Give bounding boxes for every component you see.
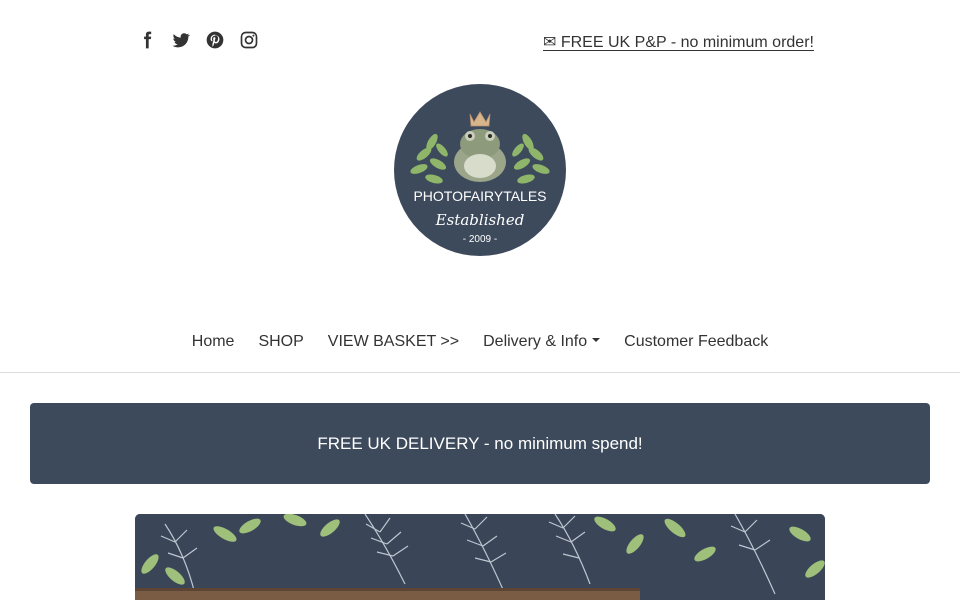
site-logo[interactable]: PHOTOFAIRYTALES Established - 2009 - [394,84,566,256]
nav-divider [0,372,960,373]
nav-delivery-info-label: Delivery & Info [483,333,588,350]
nav-delivery-info[interactable]: Delivery & Info [471,333,612,351]
nav-customer-feedback[interactable]: Customer Feedback [612,333,780,351]
free-delivery-link[interactable]: ✉ FREE UK P&P - no minimum order! [543,32,814,52]
hero-image [135,514,825,600]
logo-year: - 2009 - [463,234,497,245]
nav-view-basket[interactable]: VIEW BASKET >> [316,333,471,351]
caret-down-icon [592,338,601,342]
logo-brand-text: PHOTOFAIRYTALES [413,188,546,204]
logo-tagline: Established [435,211,525,229]
nav-home[interactable]: Home [180,333,247,351]
delivery-banner-text: FREE UK DELIVERY - no minimum spend! [317,433,643,453]
social-links [137,30,259,50]
pinterest-icon[interactable] [205,30,225,50]
twitter-icon[interactable] [171,30,191,50]
facebook-icon[interactable] [137,30,157,50]
instagram-icon[interactable] [239,30,259,50]
delivery-banner: FREE UK DELIVERY - no minimum spend! [30,403,930,484]
nav-shop[interactable]: SHOP [246,333,315,351]
main-nav: Home SHOP VIEW BASKET >> Delivery & Info… [0,333,960,351]
